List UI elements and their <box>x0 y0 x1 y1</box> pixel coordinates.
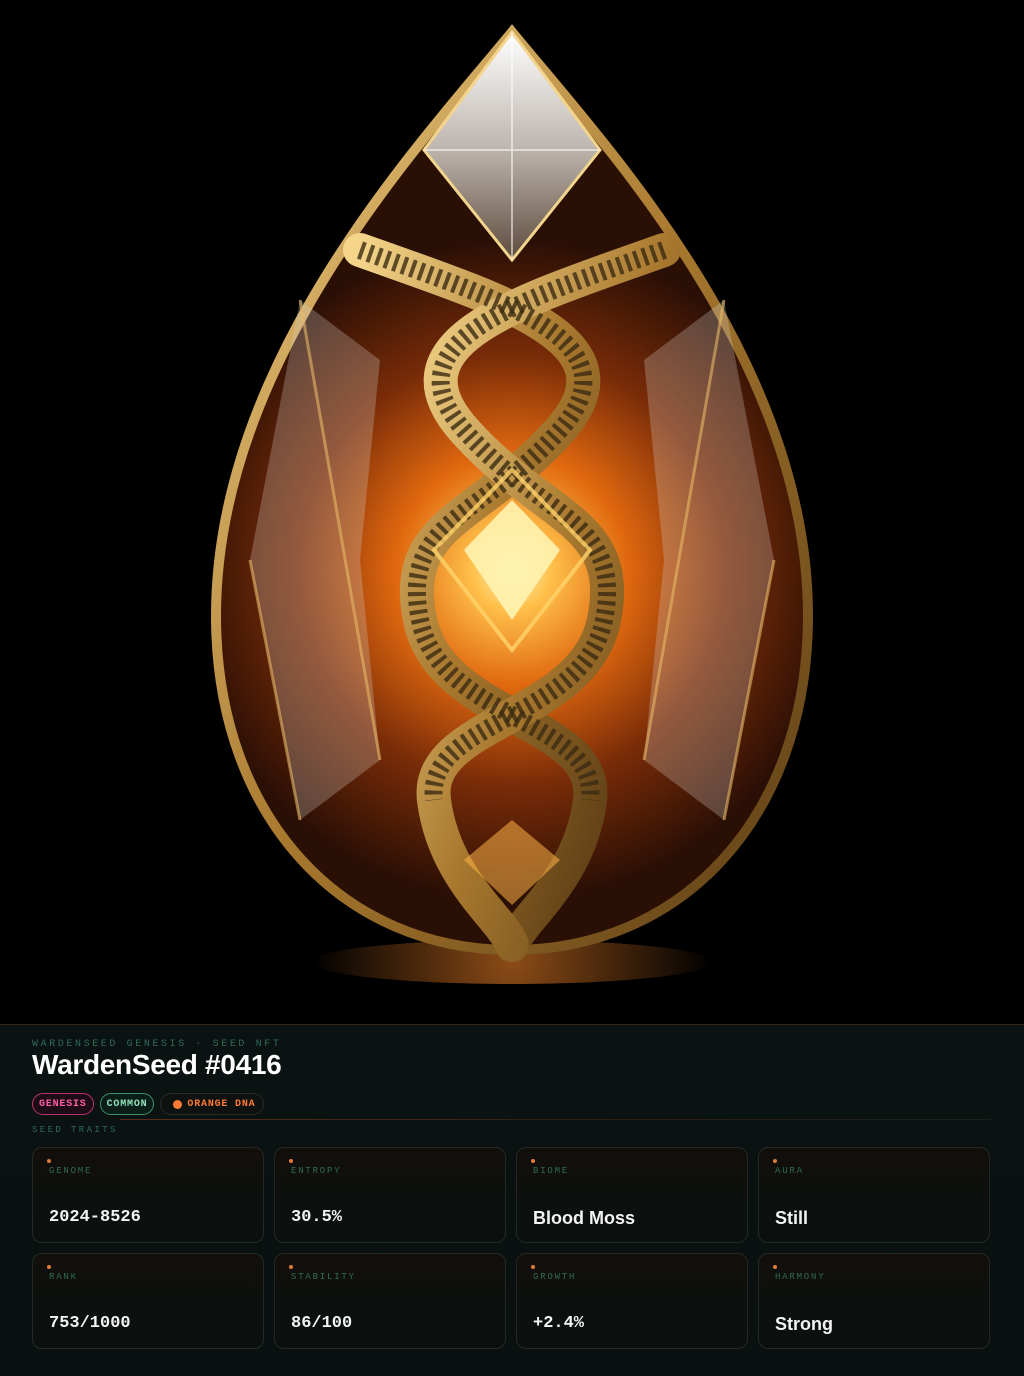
trait-value: +2.4% <box>533 1314 585 1333</box>
trait-dot-icon <box>47 1265 51 1269</box>
trait-label: GROWTH <box>533 1272 577 1282</box>
trait-card-biome: BIOME Blood Moss <box>516 1147 748 1243</box>
trait-card-rank: RANK 753/1000 <box>32 1253 264 1349</box>
dna-badge-label: ORANGE DNA <box>187 1098 256 1110</box>
trait-card-stability: STABILITY 86/100 <box>274 1253 506 1349</box>
trait-dot-icon <box>531 1265 535 1269</box>
trait-dot-icon <box>289 1159 293 1163</box>
trait-value: 86/100 <box>291 1314 353 1333</box>
trait-dot-icon <box>47 1159 51 1163</box>
trait-label: STABILITY <box>291 1272 356 1282</box>
trait-card-entropy: ENTROPY 30.5% <box>274 1147 506 1243</box>
trait-value: Blood Moss <box>533 1208 635 1228</box>
trait-label: BIOME <box>533 1166 570 1176</box>
traits-grid: GENOME 2024-8526 ENTROPY 30.5% BIOME Blo… <box>32 1147 992 1349</box>
trait-value: 753/1000 <box>49 1314 131 1333</box>
nft-title: WardenSeed #0416 <box>32 1049 282 1080</box>
nft-info-panel: WARDENSEED GENESIS · SEED NFT WardenSeed… <box>0 1024 1024 1376</box>
trait-dot-icon <box>289 1265 293 1269</box>
trait-dot-icon <box>773 1159 777 1163</box>
trait-label: HARMONY <box>775 1272 826 1282</box>
trait-card-harmony: HARMONY Strong <box>758 1253 990 1349</box>
dna-badge: ORANGE DNA <box>160 1093 265 1115</box>
seed-artwork-image <box>0 0 1024 1024</box>
trait-value: 2024-8526 <box>49 1208 141 1227</box>
genesis-badge: GENESIS <box>32 1093 94 1115</box>
trait-card-genome: GENOME 2024-8526 <box>32 1147 264 1243</box>
rarity-badge: COMMON <box>99 1093 155 1115</box>
trait-value: 30.5% <box>291 1208 343 1227</box>
dna-color-dot-icon <box>173 1099 183 1109</box>
trait-card-growth: GROWTH +2.4% <box>516 1253 748 1349</box>
trait-value: Strong <box>775 1314 833 1334</box>
trait-dot-icon <box>773 1265 777 1269</box>
crystal-egg-illustration <box>210 24 814 984</box>
trait-dot-icon <box>531 1159 535 1163</box>
trait-label: ENTROPY <box>291 1166 342 1176</box>
nft-detail-page: WARDENSEED GENESIS · SEED NFT WardenSeed… <box>0 0 1024 1376</box>
trait-label: AURA <box>775 1166 804 1176</box>
trait-label: RANK <box>49 1272 78 1282</box>
trait-card-aura: AURA Still <box>758 1147 990 1243</box>
traits-section-label: SEED TRAITS <box>32 1125 118 1135</box>
trait-value: Still <box>775 1208 809 1228</box>
trait-label: GENOME <box>49 1166 93 1176</box>
section-divider <box>120 1119 992 1120</box>
badge-row: GENESIS COMMON ORANGE DNA <box>32 1093 265 1115</box>
